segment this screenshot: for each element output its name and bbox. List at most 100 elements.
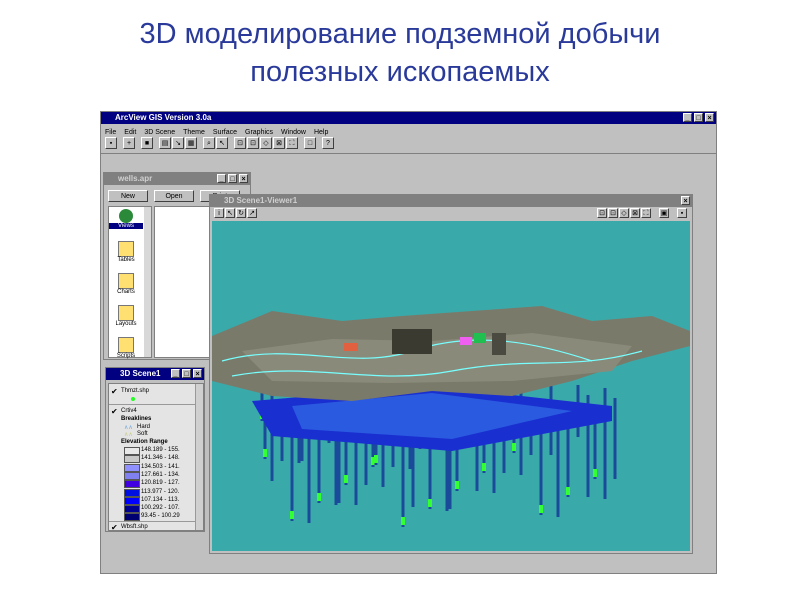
well-sample	[482, 463, 486, 471]
maximize-button[interactable]: □	[694, 113, 703, 122]
views-item[interactable]: Views	[109, 209, 143, 239]
navigate-icon[interactable]: ↗	[247, 208, 257, 218]
close-button[interactable]: ×	[705, 113, 714, 122]
theme-checkbox[interactable]: ✔	[111, 523, 118, 530]
building	[460, 337, 472, 345]
zoom-out-icon[interactable]: ⛶	[286, 137, 298, 149]
doc-type-list: Views Tables Charts Layouts Scripts	[108, 206, 152, 359]
building	[474, 333, 486, 343]
tables-item[interactable]: Tables	[109, 241, 143, 271]
minimize-button[interactable]: _	[683, 113, 692, 122]
well-sample	[401, 517, 405, 525]
range-swatch	[124, 455, 140, 464]
layouts-item[interactable]: Layouts	[109, 305, 143, 335]
minimize-button[interactable]: _	[217, 174, 226, 183]
new-button[interactable]: New	[108, 190, 148, 202]
well-sample	[317, 493, 321, 501]
arcview-window: ArcView GIS Version 3.0a _ □ × File Edit 3D …	[100, 111, 717, 574]
menu-window[interactable]: Window	[281, 129, 306, 136]
range-swatch	[124, 505, 140, 514]
rotate-icon[interactable]: ↻	[236, 208, 246, 218]
range-swatch	[124, 496, 140, 505]
pointer-icon[interactable]: ↖	[225, 208, 235, 218]
zoom-full-icon[interactable]: ⊡	[234, 137, 246, 149]
viewer-window: 3D Scene1-Viewer1 × i ↖ ↻ ↗ ⊡ ⊡ ◇ ⊠ ⛶ ▣ ▪	[209, 194, 693, 554]
save-icon[interactable]: ▪	[105, 137, 117, 149]
save-image-icon[interactable]: ▪	[677, 208, 687, 218]
layouts-icon	[118, 305, 134, 321]
legend-window: 3D Scene1 _ □ × ✔ Thmzt.shp ✔ Crtiv4 Break…	[105, 367, 205, 532]
soft-label: Soft	[137, 431, 148, 437]
find-icon[interactable]: ⌕	[203, 137, 215, 149]
range-label: 107.134 - 113.	[141, 496, 180, 503]
viewer-title-bar: 3D Scene1-Viewer1 ×	[210, 195, 692, 207]
close-button[interactable]: ×	[239, 174, 248, 183]
query-icon[interactable]: ↖	[216, 137, 228, 149]
legend-title-bar: 3D Scene1 _ □ ×	[106, 368, 204, 380]
scripts-item[interactable]: Scripts	[109, 337, 143, 367]
edit-legend-icon[interactable]: ↘	[172, 137, 184, 149]
point-symbol	[131, 397, 135, 401]
theme-name[interactable]: Wbsft.shp	[121, 524, 148, 530]
range-swatch	[124, 463, 140, 472]
menu-file[interactable]: File	[105, 129, 116, 136]
soft-line-symbol: ∧∧	[124, 432, 133, 438]
well-sample	[428, 499, 432, 507]
add-theme-icon[interactable]: +	[123, 137, 135, 149]
zoom-select-icon[interactable]: ◇	[619, 208, 629, 218]
zoom-select-icon[interactable]: ◇	[260, 137, 272, 149]
viewer-toolbar: i ↖ ↻ ↗ ⊡ ⊡ ◇ ⊠ ⛶ ▣ ▪	[210, 207, 692, 222]
menu-surface[interactable]: Surface	[213, 129, 237, 136]
close-button[interactable]: ×	[681, 196, 690, 205]
theme-checkbox[interactable]: ✔	[111, 407, 118, 416]
table-of-contents: ✔ Thmzt.shp ✔ Crtiv4 Breaklines ∧∧ Hard …	[108, 383, 204, 531]
zoom-in-icon[interactable]: ⊠	[273, 137, 285, 149]
layout-icon[interactable]: □	[304, 137, 316, 149]
maximize-button[interactable]: □	[182, 369, 191, 378]
theme-checkbox[interactable]: ✔	[111, 387, 118, 396]
well-sample	[374, 455, 378, 463]
well-sample	[344, 475, 348, 483]
close-button[interactable]: ×	[193, 369, 202, 378]
legend-scrollbar[interactable]	[195, 384, 203, 530]
breaklines-label: Breaklines	[121, 416, 152, 422]
theme-name[interactable]: Crtiv4	[121, 408, 137, 414]
table-icon[interactable]: ▦	[185, 137, 197, 149]
range-swatch	[124, 447, 140, 455]
zoom-out-icon[interactable]: ⛶	[641, 208, 651, 218]
range-swatch	[124, 480, 140, 489]
maximize-button[interactable]: □	[228, 174, 237, 183]
camera-icon[interactable]: ▣	[659, 208, 669, 218]
theme-properties-icon[interactable]: ▤	[159, 137, 171, 149]
zoom-full-icon[interactable]: ⊡	[597, 208, 607, 218]
layouts-label: Layouts	[115, 321, 137, 327]
theme-name[interactable]: Thmzt.shp	[121, 388, 149, 394]
properties-icon[interactable]: ■	[141, 137, 153, 149]
menu-help[interactable]: Help	[314, 129, 328, 136]
views-icon	[119, 209, 133, 223]
well-sample	[455, 481, 459, 489]
menu-3d-scene[interactable]: 3D Scene	[144, 129, 175, 136]
elevation-range-label: Elevation Range	[121, 439, 168, 445]
3d-scene-canvas[interactable]	[212, 221, 690, 551]
project-scrollbar[interactable]	[144, 207, 151, 357]
hard-line-symbol: ∧∧	[124, 425, 133, 431]
zoom-in-icon[interactable]: ⊠	[630, 208, 640, 218]
range-label: 120.819 - 127.	[141, 480, 180, 487]
info-icon[interactable]: i	[214, 208, 224, 218]
menu-edit[interactable]: Edit	[124, 129, 136, 136]
building	[344, 343, 358, 351]
views-label: Views	[109, 223, 143, 229]
building	[392, 329, 432, 354]
open-button[interactable]: Open	[154, 190, 194, 202]
menu-graphics[interactable]: Graphics	[245, 129, 273, 136]
minimize-button[interactable]: _	[171, 369, 180, 378]
scripts-icon	[118, 337, 134, 353]
zoom-active-icon[interactable]: ⊡	[247, 137, 259, 149]
app-title: ArcView GIS Version 3.0a	[115, 113, 212, 122]
zoom-active-icon[interactable]: ⊡	[608, 208, 618, 218]
charts-item[interactable]: Charts	[109, 273, 143, 303]
help-icon[interactable]: ?	[322, 137, 334, 149]
menu-theme[interactable]: Theme	[183, 129, 205, 136]
scripts-label: Scripts	[116, 353, 136, 359]
